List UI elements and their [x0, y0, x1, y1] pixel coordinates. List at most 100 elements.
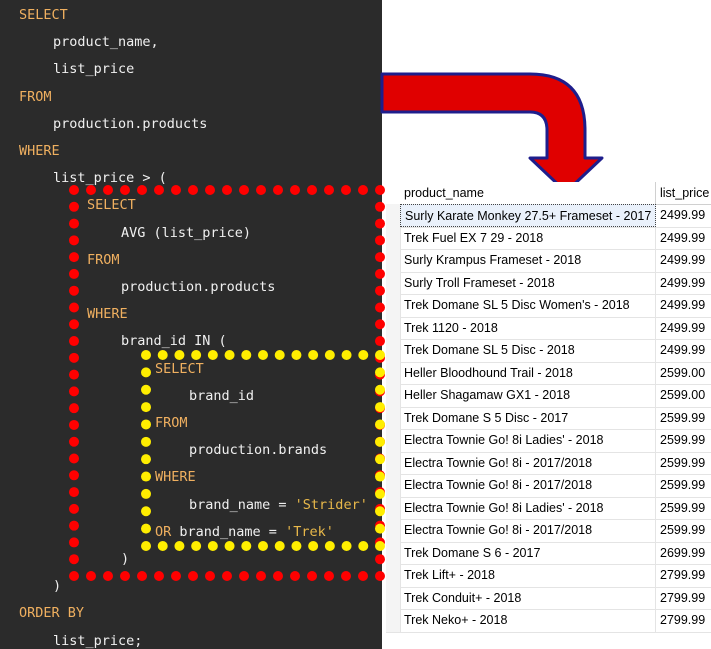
row-selector[interactable]: [386, 294, 401, 317]
code-line[interactable]: production.brands: [189, 441, 327, 459]
row-selector[interactable]: [386, 519, 401, 542]
row-selector[interactable]: [386, 429, 401, 452]
cell-list-price[interactable]: 2499.99: [656, 339, 711, 362]
row-selector[interactable]: [386, 339, 401, 362]
column-header-list-price[interactable]: list_price: [656, 182, 711, 204]
table-row[interactable]: Electra Townie Go! 8i - 2017/2018 2599.99: [386, 474, 711, 498]
cell-product-name[interactable]: Trek Neko+ - 2018: [400, 609, 656, 632]
code-line[interactable]: SELECT: [155, 360, 204, 378]
code-line[interactable]: WHERE: [19, 142, 60, 160]
table-row[interactable]: Electra Townie Go! 8i Ladies' - 2018 2599…: [386, 496, 711, 520]
cell-list-price[interactable]: 2799.99: [656, 587, 711, 610]
code-line[interactable]: AVG (list_price): [121, 224, 251, 242]
table-row[interactable]: Surly Troll Frameset - 2018 2499.99: [386, 271, 711, 295]
code-line[interactable]: FROM: [155, 414, 188, 432]
table-row[interactable]: Trek Conduit+ - 2018 2799.99: [386, 586, 711, 610]
cell-product-name[interactable]: Electra Townie Go! 8i Ladies' - 2018: [400, 429, 656, 452]
cell-product-name[interactable]: Trek 1120 - 2018: [400, 316, 656, 339]
cell-product-name[interactable]: Trek Fuel EX 7 29 - 2018: [400, 226, 656, 249]
row-selector[interactable]: [386, 316, 401, 339]
cell-list-price[interactable]: 2599.99: [656, 452, 711, 475]
table-row[interactable]: Heller Shagamaw GX1 - 2018 2599.00: [386, 384, 711, 408]
cell-product-name[interactable]: Heller Bloodhound Trail - 2018: [400, 361, 656, 384]
cell-list-price[interactable]: 2599.99: [656, 474, 711, 497]
row-selector[interactable]: [386, 609, 401, 632]
cell-list-price[interactable]: 2499.99: [656, 227, 711, 250]
table-row[interactable]: Electra Townie Go! 8i - 2017/2018 2599.99: [386, 519, 711, 543]
cell-product-name[interactable]: Trek Conduit+ - 2018: [400, 586, 656, 609]
table-row[interactable]: Surly Krampus Frameset - 2018 2499.99: [386, 249, 711, 273]
table-row[interactable]: Trek Domane SL 5 Disc Women's - 2018 2499…: [386, 294, 711, 318]
table-row[interactable]: Trek Domane S 5 Disc - 2017 2599.99: [386, 406, 711, 430]
code-line[interactable]: list_price > (: [53, 169, 167, 187]
sql-editor[interactable]: SELECT product_name, list_price FROM product…: [0, 0, 382, 649]
table-row[interactable]: Electra Townie Go! 8i Ladies' - 2018 2599…: [386, 429, 711, 453]
cell-list-price[interactable]: 2799.99: [656, 564, 711, 587]
cell-list-price[interactable]: 2499.99: [656, 204, 711, 227]
cell-product-name[interactable]: Surly Krampus Frameset - 2018: [400, 249, 656, 272]
table-row[interactable]: Trek Domane SL 5 Disc - 2018 2499.99: [386, 339, 711, 363]
code-line[interactable]: list_price: [53, 60, 134, 78]
cell-list-price[interactable]: 2599.00: [656, 384, 711, 407]
code-line[interactable]: product_name,: [53, 33, 159, 51]
results-grid[interactable]: product_name list_price Surly Karate Mon…: [386, 182, 711, 649]
cell-list-price[interactable]: 2499.99: [656, 249, 711, 272]
cell-product-name[interactable]: Electra Townie Go! 8i - 2017/2018: [400, 474, 656, 497]
cell-list-price[interactable]: 2499.99: [656, 272, 711, 295]
code-line[interactable]: ORDER BY: [19, 604, 84, 622]
cell-list-price[interactable]: 2599.99: [656, 407, 711, 430]
code-line[interactable]: production.products: [121, 278, 275, 296]
row-selector[interactable]: [386, 226, 401, 249]
row-selector[interactable]: [386, 384, 401, 407]
row-selector[interactable]: [386, 586, 401, 609]
table-row[interactable]: Trek 1120 - 2018 2499.99: [386, 316, 711, 340]
row-selector[interactable]: [386, 496, 401, 519]
row-selector[interactable]: [386, 249, 401, 272]
cell-list-price[interactable]: 2599.00: [656, 362, 711, 385]
code-line[interactable]: FROM: [87, 251, 120, 269]
table-row[interactable]: Trek Fuel EX 7 29 - 2018 2499.99: [386, 226, 711, 250]
code-line[interactable]: FROM: [19, 88, 52, 106]
cell-list-price[interactable]: 2699.99: [656, 542, 711, 565]
column-header-product-name[interactable]: product_name: [400, 182, 656, 204]
cell-list-price[interactable]: 2599.99: [656, 519, 711, 542]
cell-product-name[interactable]: Surly Troll Frameset - 2018: [400, 271, 656, 294]
code-line[interactable]: production.products: [53, 115, 207, 133]
cell-product-name[interactable]: Electra Townie Go! 8i - 2017/2018: [400, 519, 656, 542]
row-selector[interactable]: [386, 541, 401, 564]
cell-product-name[interactable]: Trek Lift+ - 2018: [400, 564, 656, 587]
row-selector[interactable]: [386, 451, 401, 474]
table-row[interactable]: Heller Bloodhound Trail - 2018 2599.00: [386, 361, 711, 385]
table-row[interactable]: Trek Lift+ - 2018 2799.99: [386, 564, 711, 588]
cell-product-name[interactable]: Trek Domane SL 5 Disc - 2018: [400, 339, 656, 362]
code-line[interactable]: WHERE: [155, 468, 196, 486]
cell-list-price[interactable]: 2499.99: [656, 317, 711, 340]
code-line[interactable]: brand_name = 'Strider': [189, 496, 368, 514]
cell-list-price[interactable]: 2599.99: [656, 429, 711, 452]
code-line[interactable]: brand_id: [189, 387, 254, 405]
row-selector[interactable]: [386, 361, 401, 384]
cell-product-name[interactable]: Heller Shagamaw GX1 - 2018: [400, 384, 656, 407]
table-row[interactable]: Surly Karate Monkey 27.5+ Frameset - 201…: [386, 204, 711, 228]
table-row[interactable]: Trek Neko+ - 2018 2799.99: [386, 609, 711, 633]
cell-product-name[interactable]: Trek Domane S 5 Disc - 2017: [400, 406, 656, 429]
table-row[interactable]: Trek Domane S 6 - 2017 2699.99: [386, 541, 711, 565]
row-selector[interactable]: [386, 474, 401, 497]
row-selector[interactable]: [386, 204, 401, 227]
cell-list-price[interactable]: 2599.99: [656, 497, 711, 520]
cell-list-price[interactable]: 2499.99: [656, 294, 711, 317]
code-line[interactable]: SELECT: [87, 196, 136, 214]
code-line[interactable]: SELECT: [19, 6, 68, 24]
cell-product-name[interactable]: Electra Townie Go! 8i - 2017/2018: [400, 451, 656, 474]
code-line[interactable]: WHERE: [87, 305, 128, 323]
code-line[interactable]: OR brand_name = 'Trek': [155, 523, 334, 541]
cell-product-name[interactable]: Trek Domane S 6 - 2017: [400, 541, 656, 564]
code-line[interactable]: list_price;: [53, 632, 142, 649]
row-selector[interactable]: [386, 271, 401, 294]
cell-product-name[interactable]: Surly Karate Monkey 27.5+ Frameset - 201…: [400, 204, 656, 227]
table-row[interactable]: Electra Townie Go! 8i - 2017/2018 2599.99: [386, 451, 711, 475]
cell-product-name[interactable]: Electra Townie Go! 8i Ladies' - 2018: [400, 496, 656, 519]
code-line[interactable]: ): [121, 550, 129, 568]
row-selector[interactable]: [386, 406, 401, 429]
row-selector[interactable]: [386, 564, 401, 587]
